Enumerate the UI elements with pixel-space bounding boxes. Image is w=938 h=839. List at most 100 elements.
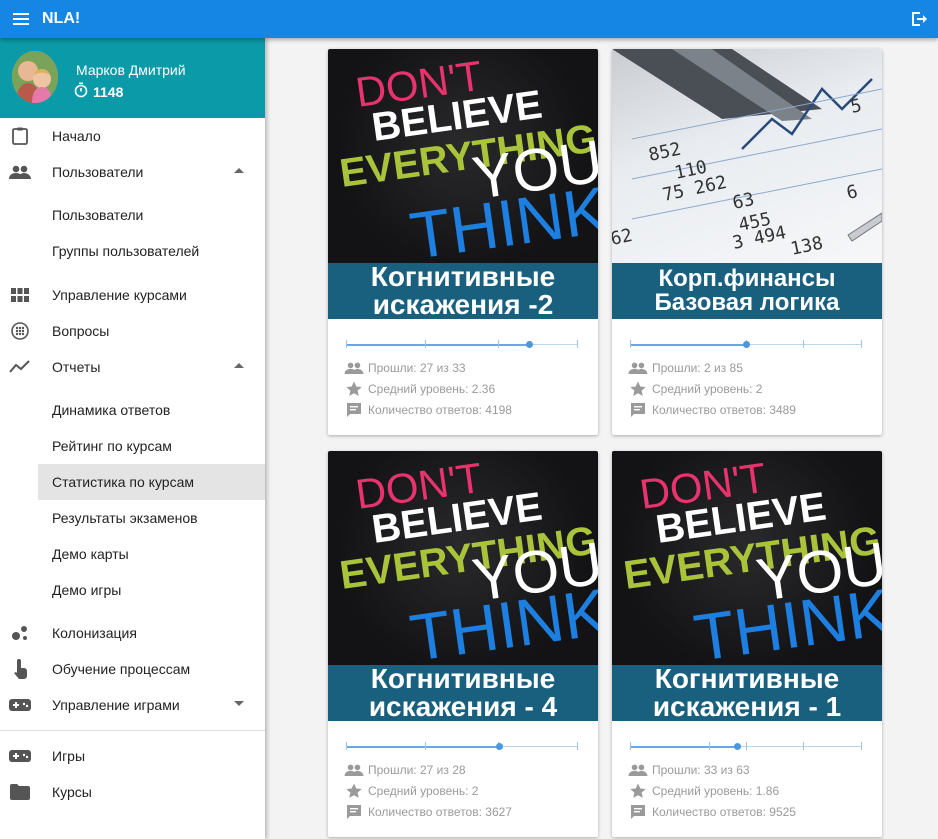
sidebar-item-answer-dynamics[interactable]: Динамика ответов bbox=[38, 392, 265, 428]
stat-passed-text: Прошли: 2 из 85 bbox=[652, 361, 743, 375]
stat-average: Средний уровень: 2 bbox=[344, 782, 478, 800]
slider-tick bbox=[577, 742, 578, 750]
slider-tick bbox=[630, 340, 631, 348]
stat-average: Средний уровень: 1.86 bbox=[628, 782, 779, 800]
level-slider bbox=[346, 742, 578, 752]
course-card[interactable]: 852 110 75 262 63 455 62 3 494 138 5 6 Корп.финанс… bbox=[612, 49, 882, 435]
slider-tick bbox=[425, 340, 426, 348]
chevron-up-icon[interactable] bbox=[234, 168, 244, 173]
card-image[interactable]: DON'T BELIEVE EVERYTHING YOU THINK. Когнитивн… bbox=[328, 49, 598, 319]
slider-tick bbox=[346, 340, 347, 348]
slider-fill bbox=[346, 746, 499, 748]
card-title: Когнитивные искажения - 1 bbox=[612, 665, 882, 721]
stat-passed-text: Прошли: 27 из 28 bbox=[368, 763, 466, 777]
sidebar-item-exam-results[interactable]: Результаты экзаменов bbox=[38, 500, 265, 536]
stat-average: Средний уровень: 2 bbox=[628, 380, 762, 398]
nav-label: Игры bbox=[52, 748, 86, 764]
card-title-line2: искажения -2 bbox=[372, 289, 554, 319]
nav-label: Управление играми bbox=[52, 697, 180, 713]
slider-tick bbox=[709, 742, 710, 750]
stat-passed: Прошли: 33 из 63 bbox=[628, 761, 750, 779]
slider-knob bbox=[743, 341, 750, 348]
bubbles-icon bbox=[9, 623, 31, 643]
slider-knob bbox=[526, 341, 533, 348]
trending-icon bbox=[9, 357, 31, 377]
finance-number: 6 bbox=[845, 181, 860, 204]
finance-number: 138 bbox=[789, 233, 825, 260]
logout-icon[interactable] bbox=[908, 8, 930, 30]
stat-passed-text: Прошли: 27 из 33 bbox=[368, 361, 466, 375]
avatar[interactable] bbox=[12, 51, 58, 103]
slider-tick bbox=[861, 340, 862, 348]
stat-answers: Количество ответов: 3489 bbox=[628, 401, 796, 419]
slider-tick bbox=[630, 742, 631, 750]
nav-label: Обучение процессам bbox=[52, 661, 191, 677]
nav-item-reports[interactable]: Отчеты bbox=[0, 349, 265, 385]
grid-icon bbox=[9, 285, 31, 305]
card-image[interactable]: DON'T BELIEVE EVERYTHING YOU THINK. Когнитивн… bbox=[612, 451, 882, 721]
card-title-line2: искажения - 4 bbox=[368, 691, 558, 721]
sidebar-item-users-list[interactable]: Пользователи bbox=[38, 197, 265, 233]
card-title: Корп.финансы Базовая логика bbox=[612, 263, 882, 319]
slider-fill bbox=[346, 344, 529, 346]
card-title-line1: Когнитивные bbox=[654, 663, 840, 694]
gamepad-icon bbox=[9, 746, 31, 766]
folder-icon bbox=[9, 782, 31, 802]
sidebar-item-demo-games[interactable]: Демо игры bbox=[38, 572, 265, 608]
card-title-line1: Корп.финансы bbox=[658, 265, 836, 292]
star-icon bbox=[344, 381, 364, 397]
comment-icon bbox=[628, 804, 648, 820]
coins-value: 1148 bbox=[93, 83, 124, 100]
clipboard-icon bbox=[9, 126, 31, 146]
profile-name: Марков Дмитрий bbox=[76, 62, 186, 78]
nav-item-games-mgmt[interactable]: Управление играми bbox=[0, 687, 265, 723]
card-title: Когнитивные искажения -2 bbox=[328, 263, 598, 319]
stat-passed-text: Прошли: 33 из 63 bbox=[652, 763, 750, 777]
people-icon bbox=[344, 762, 364, 778]
nav-item-courses-mgmt[interactable]: Управление курсами bbox=[0, 277, 265, 313]
menu-icon[interactable] bbox=[0, 0, 42, 38]
slider-fill bbox=[630, 344, 746, 346]
card-image[interactable]: DON'T BELIEVE EVERYTHING YOU THINK. Когнитивн… bbox=[328, 451, 598, 721]
card-image[interactable]: 852 110 75 262 63 455 62 3 494 138 5 6 Корп.финанс… bbox=[612, 49, 882, 319]
nav-label: Отчеты bbox=[52, 359, 101, 375]
slider-tick bbox=[498, 340, 499, 348]
stat-answers: Количество ответов: 4198 bbox=[344, 401, 512, 419]
chevron-down-icon[interactable] bbox=[234, 701, 244, 706]
nav-item-home[interactable]: Начало bbox=[0, 118, 265, 154]
nav-item-courses[interactable]: Курсы bbox=[0, 774, 265, 810]
sidebar-item-demo-maps[interactable]: Демо карты bbox=[38, 536, 265, 572]
stat-answers-text: Количество ответов: 3627 bbox=[368, 805, 512, 819]
nav-item-colonization[interactable]: Колонизация bbox=[0, 615, 265, 651]
stat-passed: Прошли: 2 из 85 bbox=[628, 359, 743, 377]
chevron-up-icon[interactable] bbox=[234, 363, 244, 368]
sidebar-item-course-rating[interactable]: Рейтинг по курсам bbox=[38, 428, 265, 464]
poster-image: DON'T BELIEVE EVERYTHING YOU THINK. bbox=[612, 451, 882, 675]
nav-item-games[interactable]: Игры bbox=[0, 738, 265, 774]
poster-image: DON'T BELIEVE EVERYTHING YOU THINK. bbox=[328, 49, 598, 273]
card-title: Когнитивные искажения - 4 bbox=[328, 665, 598, 721]
course-card[interactable]: DON'T BELIEVE EVERYTHING YOU THINK. Когнитивн… bbox=[328, 451, 598, 837]
stat-passed: Прошли: 27 из 33 bbox=[344, 359, 466, 377]
app-bar: NLA! bbox=[0, 0, 938, 38]
nav-item-questions[interactable]: Вопросы bbox=[0, 313, 265, 349]
nav-label: Пользователи bbox=[52, 164, 144, 180]
stat-average-text: Средний уровень: 1.86 bbox=[652, 784, 780, 798]
gamepad-icon bbox=[9, 695, 31, 715]
star-icon bbox=[628, 783, 648, 799]
people-icon bbox=[628, 360, 648, 376]
sub-label: Рейтинг по курсам bbox=[52, 438, 172, 454]
stat-answers-text: Количество ответов: 4198 bbox=[368, 403, 512, 417]
level-slider bbox=[346, 340, 578, 350]
slider-knob bbox=[734, 743, 741, 750]
sidebar-item-user-groups[interactable]: Группы пользователей bbox=[38, 233, 265, 269]
course-card[interactable]: DON'T BELIEVE EVERYTHING YOU THINK. Когнитивн… bbox=[328, 49, 598, 435]
sidebar: Марков Дмитрий 1148 Начало Пользователи … bbox=[0, 38, 265, 839]
course-card[interactable]: DON'T BELIEVE EVERYTHING YOU THINK. Когнитивн… bbox=[612, 451, 882, 837]
nav-item-users[interactable]: Пользователи bbox=[0, 154, 265, 190]
app-title: NLA! bbox=[42, 10, 81, 27]
sidebar-item-course-stats[interactable]: Статистика по курсам bbox=[38, 464, 265, 500]
profile-coins: 1148 bbox=[74, 82, 123, 101]
nav-item-process-training[interactable]: Обучение процессам bbox=[0, 651, 265, 687]
card-title-line2: Базовая логика bbox=[654, 289, 840, 316]
